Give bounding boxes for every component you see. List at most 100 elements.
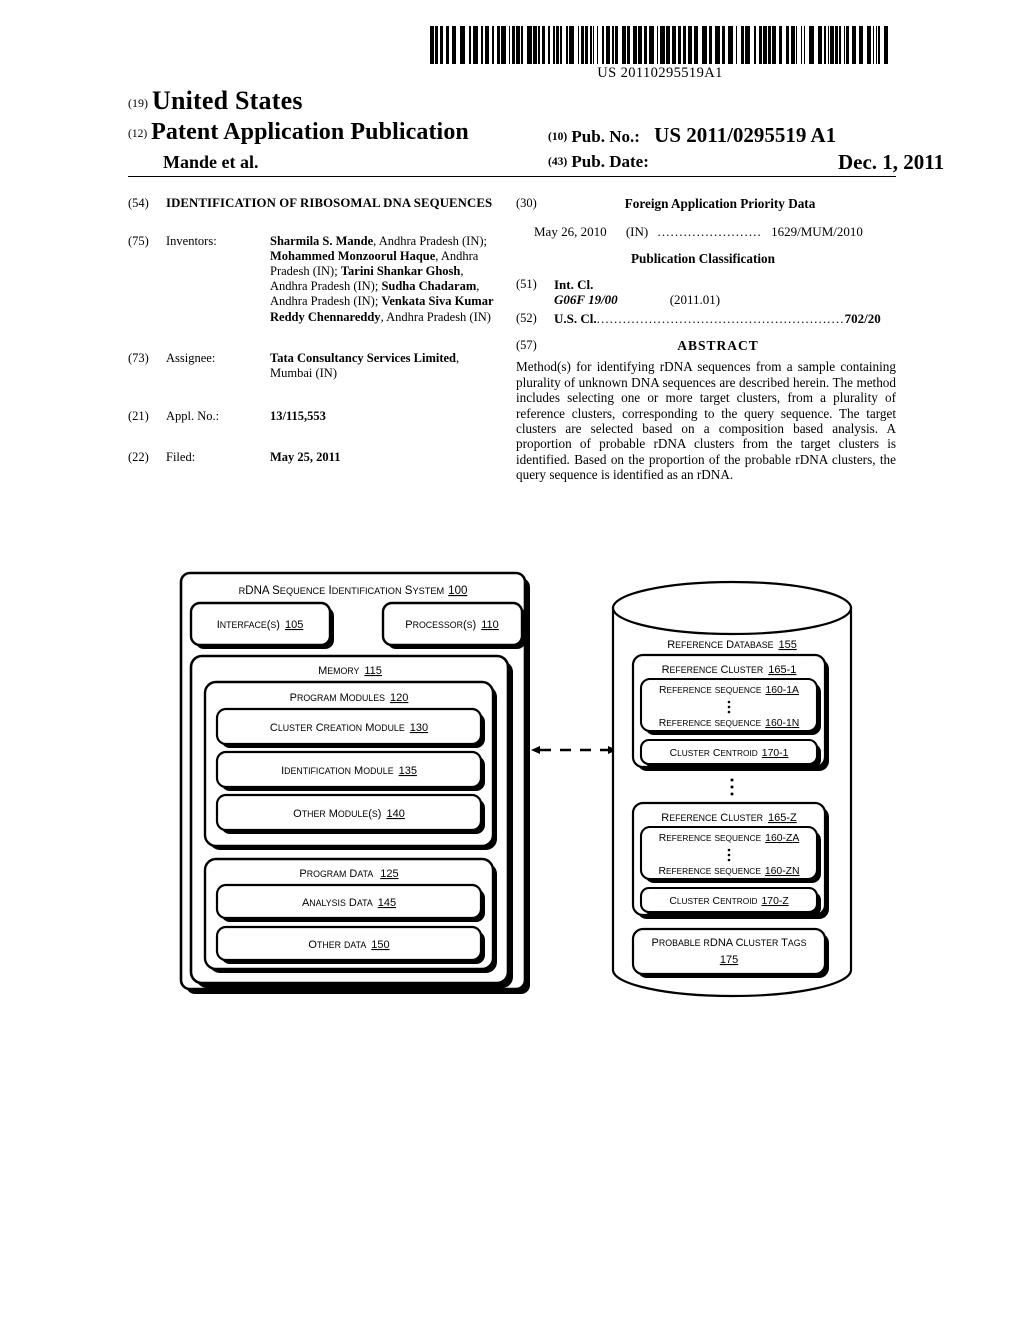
reference-cluster-z-label: REFERENCE CLUSTER 165-Z: [661, 812, 797, 824]
reference-sequence-1a-label: REFERENCE SEQUENCE 160-1A: [659, 685, 799, 696]
system-title: RDNA SEQUENCE IDENTIFICATION SYSTEM 100: [239, 585, 468, 597]
country-name: United States: [152, 86, 303, 115]
code-43: (43): [548, 156, 568, 168]
identification-module-box: IDENTIFICATION MODULE 135: [215, 750, 485, 791]
reference-database-cylinder: REFERENCE DATABASE 155 REFERENCE CLUSTER 1…: [611, 580, 853, 998]
us-cl-dots: ........................................…: [596, 311, 845, 327]
field-us-cl: (52) U.S. Cl............................…: [516, 311, 896, 326]
code-12: (12): [128, 128, 148, 140]
abstract-heading: ABSTRACT: [677, 338, 759, 354]
int-cl-label: Int. Cl.: [554, 276, 594, 292]
reference-sequence-zn-label: REFERENCE SEQUENCE 160-ZN: [658, 866, 799, 877]
field-appl-no: (21) Appl. No.: 13/115,553: [128, 409, 500, 424]
reference-sequences-z-box: REFERENCE SEQUENCE 160-ZA REFERENCE SEQUE…: [639, 825, 821, 883]
other-modules-box: OTHER MODULE(S) 140: [215, 793, 485, 834]
assignee-label: Assignee:: [166, 350, 216, 365]
cluster-centroid-1-box: CLUSTER CENTROID 170-1: [639, 738, 821, 768]
applicant-short-name: Mande et al.: [163, 152, 259, 172]
reference-cluster-1-label: REFERENCE CLUSTER 165-1: [662, 664, 797, 676]
bibliographic-left-column: (54) IDENTIFICATION OF RIBOSOMAL DNA SEQ…: [128, 196, 500, 480]
foreign-priority-heading: Foreign Application Priority Data: [624, 196, 816, 211]
header-divider: [128, 176, 896, 177]
pub-no-value: US 2011/0295519 A1: [654, 123, 837, 147]
foreign-priority-row: May 26, 2010 (IN) ......................…: [534, 224, 896, 239]
priority-country: (IN): [625, 224, 649, 240]
field-filed: (22) Filed: May 25, 2011: [128, 450, 500, 465]
inventors-label: Inventors:: [166, 233, 217, 248]
code-19: (19): [128, 96, 148, 110]
reference-sequences-1-box: REFERENCE SEQUENCE 160-1A REFERENCE SEQUE…: [639, 677, 821, 735]
cluster-centroid-z-label: CLUSTER CENTROID 170-Z: [669, 896, 789, 907]
invention-title: IDENTIFICATION OF RIBOSOMAL DNA SEQUENCE…: [166, 196, 493, 210]
cluster-ellipsis: [730, 778, 734, 796]
interfaces-box: INTERFACE(S) 105: [189, 601, 334, 649]
other-data-box: OTHER DATA 150: [215, 925, 485, 964]
filed-label: Filed:: [166, 450, 196, 465]
barcode-number-text: US 20110295519A1: [597, 65, 723, 81]
cluster-centroid-1-label: CLUSTER CENTROID 170-1: [670, 748, 789, 759]
inventor-name: Sudha Chadaram: [381, 279, 477, 294]
field-code-51: (51): [516, 276, 537, 291]
probable-tags-label: PROBABLE RDNA CLUSTER TAGS: [652, 937, 807, 949]
other-data-label: OTHER DATA 150: [308, 939, 389, 951]
publication-date-line: (43) Pub. Date: Dec. 1, 2011: [548, 150, 944, 174]
us-cl-label: U.S. Cl.: [554, 311, 597, 327]
processors-box: PROCESSOR(S) 110: [381, 601, 526, 649]
analysis-data-label: ANALYSIS DATA 145: [302, 897, 396, 909]
filed-date: May 25, 2011: [270, 450, 341, 465]
publication-classification-heading: Publication Classification: [631, 251, 775, 267]
cluster-creation-module-label: CLUSTER CREATION MODULE 130: [270, 722, 428, 734]
pub-date-label: Pub. Date:: [571, 152, 649, 171]
rdna-system-group: RDNA SEQUENCE IDENTIFICATION SYSTEM 100 I…: [179, 571, 530, 994]
field-code-54: (54): [128, 196, 149, 210]
publication-number-line: (10) Pub. No.: US 2011/0295519 A1: [548, 123, 836, 148]
other-modules-label: OTHER MODULE(S) 140: [293, 808, 405, 820]
field-inventors: (75) Inventors: Sharmila S. Mande, Andhr…: [128, 234, 500, 325]
memory-label: MEMORY 115: [318, 665, 382, 677]
inventor-location: , Andhra Pradesh (IN);: [373, 233, 488, 248]
field-code-73: (73): [128, 350, 149, 365]
processors-label: PROCESSOR(S) 110: [405, 619, 499, 631]
field-assignee: (73) Assignee: Tata Consultancy Services…: [128, 351, 500, 381]
reference-cluster-z-box: REFERENCE CLUSTER 165-Z REFERENCE SEQUENC…: [631, 801, 829, 919]
assignee-name: Tata Consultancy Services Limited: [270, 350, 456, 365]
pub-no-label: Pub. No.:: [571, 127, 640, 146]
priority-number: 1629/MUM/2010: [771, 224, 863, 240]
figure-svg: RDNA SEQUENCE IDENTIFICATION SYSTEM 100 I…: [179, 571, 853, 998]
cluster-centroid-z-box: CLUSTER CENTROID 170-Z: [639, 886, 821, 916]
program-modules-label: PROGRAM MODULES 120: [290, 692, 409, 704]
appl-no-value: 13/115,553: [270, 409, 500, 424]
inventor-name: Mohammed Monzoorul Haque: [270, 248, 436, 263]
inventor-name: Sharmila S. Mande: [270, 233, 374, 248]
priority-date: May 26, 2010: [534, 224, 607, 240]
reference-sequence-1n-label: REFERENCE SEQUENCE 160-1N: [659, 718, 800, 729]
interfaces-label: INTERFACE(S) 105: [217, 619, 304, 631]
appl-no-number: 13/115,553: [270, 409, 326, 424]
filed-value: May 25, 2011: [270, 450, 500, 465]
analysis-data-box: ANALYSIS DATA 145: [215, 883, 485, 922]
field-code-57: (57): [516, 338, 537, 353]
program-data-label: PROGRAM DATA 125: [299, 868, 398, 880]
us-cl-line: U.S. Cl.................................…: [554, 311, 896, 326]
field-int-cl: (51) Int. Cl. G06F 19/00 (2011.01): [516, 277, 896, 307]
field-foreign-priority-heading: (30) Foreign Application Priority Data: [516, 196, 896, 211]
doc-type-title: Patent Application Publication: [151, 119, 469, 145]
field-title: (54) IDENTIFICATION OF RIBOSOMAL DNA SEQ…: [128, 196, 500, 212]
field-code-75: (75): [128, 233, 149, 248]
barcode-area: US 20110295519A1: [430, 26, 890, 81]
field-code-22: (22): [128, 450, 149, 465]
reference-cluster-1-box: REFERENCE CLUSTER 165-1 REFERENCE SEQUENC…: [631, 653, 829, 771]
abstract-heading-row: (57) ABSTRACT: [516, 338, 896, 353]
inventors-list: Sharmila S. Mande, Andhra Pradesh (IN); …: [270, 234, 500, 325]
doc-type-line: (12) Patent Application Publication: [128, 119, 469, 146]
inventor-name: Tarini Shankar Ghosh: [340, 263, 461, 278]
reference-sequence-za-label: REFERENCE SEQUENCE 160-ZA: [659, 833, 800, 844]
barcode-image: [430, 26, 888, 64]
abstract-text: Method(s) for identifying rDNA sequences…: [516, 359, 896, 483]
field-code-21: (21): [128, 409, 149, 424]
int-cl-version: (2011.01): [669, 291, 721, 307]
bibliographic-right-column: (30) Foreign Application Priority Data M…: [516, 196, 896, 483]
pub-date-value: Dec. 1, 2011: [838, 150, 945, 174]
appl-no-label: Appl. No.:: [166, 409, 220, 424]
figure-system-block-diagram: RDNA SEQUENCE IDENTIFICATION SYSTEM 100 I…: [0, 560, 1024, 1020]
